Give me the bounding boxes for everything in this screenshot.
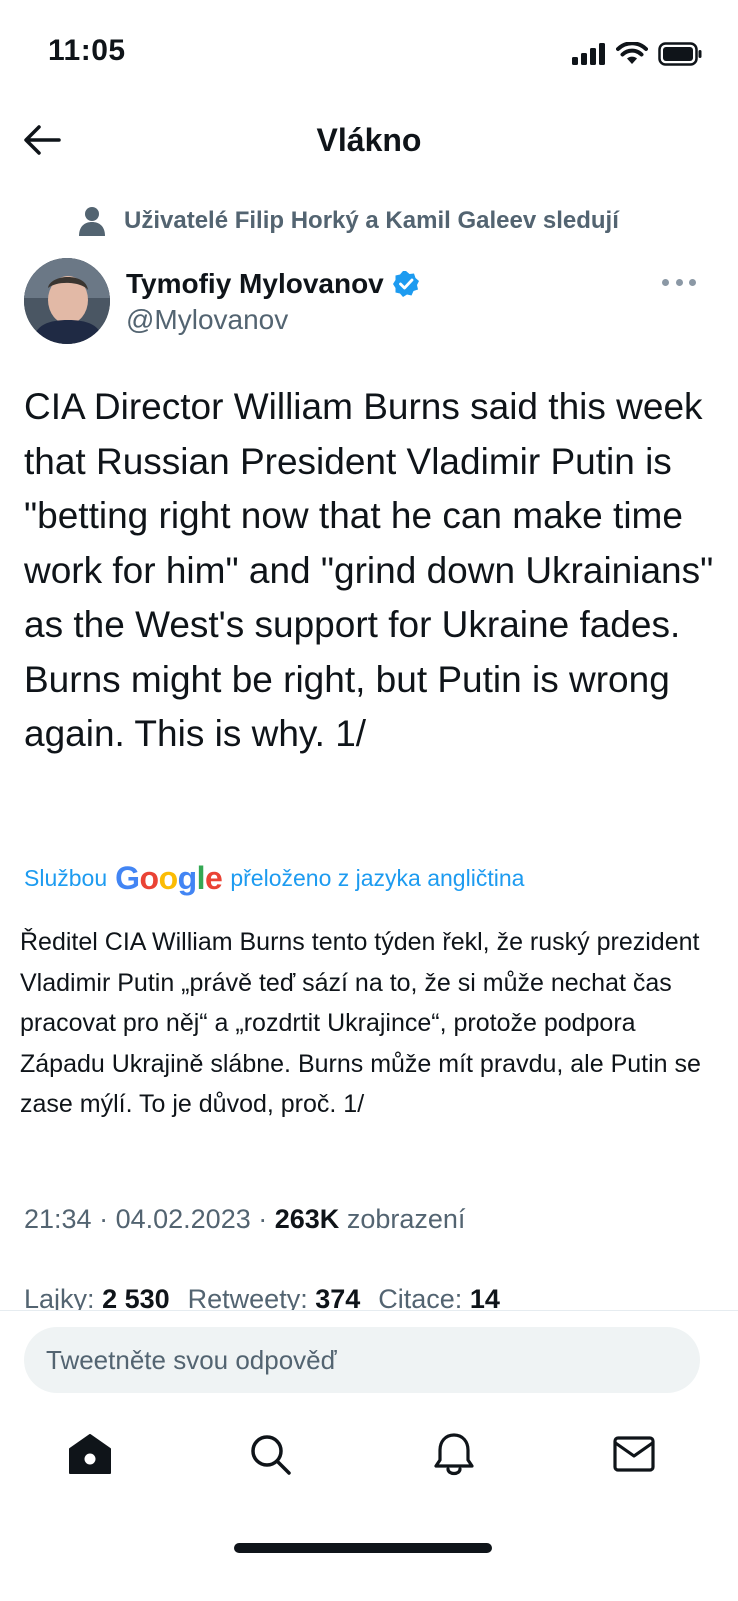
more-options-button[interactable]: [662, 272, 696, 292]
back-button[interactable]: [20, 118, 64, 162]
home-icon: [69, 1434, 111, 1474]
tweet-meta: 21:34 · 04.02.2023 · 263K zobrazení: [24, 1204, 465, 1235]
tweet-date[interactable]: 04.02.2023: [116, 1204, 251, 1234]
separator-dot: ·: [258, 1204, 275, 1234]
views-label: zobrazení: [346, 1204, 466, 1234]
more-dot-icon: [689, 278, 696, 286]
tweet-text: CIA Director William Burns said this wee…: [24, 386, 714, 754]
search-icon: [251, 1435, 291, 1475]
more-dot-icon: [675, 278, 683, 286]
views-count: 263K: [274, 1204, 340, 1234]
author-name[interactable]: Tymofiy Mylovanov: [126, 268, 384, 300]
social-context: Uživatelé Filip Horký a Kamil Galeev sle…: [78, 206, 619, 236]
messages-envelope-icon: [613, 1436, 655, 1472]
translate-prefix: Službou: [24, 865, 108, 891]
cellular-signal-icon: [572, 43, 605, 65]
translated-text: Ředitel CIA William Burns tento týden ře…: [20, 928, 701, 1118]
person-icon: [79, 207, 105, 236]
nav-home-button[interactable]: [66, 1430, 114, 1478]
battery-icon: [658, 42, 702, 66]
separator-dot: ·: [99, 1204, 116, 1234]
tweet-time[interactable]: 21:34: [24, 1204, 92, 1234]
status-bar-icons: [572, 40, 702, 68]
nav-notifications-button[interactable]: [430, 1430, 478, 1478]
page-title: Vlákno: [316, 122, 422, 158]
avatar-photo: [24, 258, 110, 344]
nav-messages-button[interactable]: [610, 1430, 658, 1478]
status-bar-time: 11:05: [48, 34, 126, 67]
author-name-row[interactable]: Tymofiy Mylovanov: [126, 268, 420, 300]
translate-suffix: přeloženo z jazyka angličtina: [230, 865, 525, 891]
arrow-left-icon: [24, 125, 61, 155]
more-dot-icon: [662, 278, 669, 286]
avatar[interactable]: [24, 258, 110, 344]
wifi-icon: [616, 42, 648, 64]
google-logo: Google: [115, 860, 223, 896]
reply-input[interactable]: Tweetněte svou odpověď: [24, 1327, 700, 1393]
verified-badge-icon: [392, 271, 419, 297]
translation-attribution[interactable]: Službou Google přeloženo z jazyka anglič…: [24, 860, 524, 897]
notifications-bell-icon: [434, 1433, 474, 1476]
nav-search-button[interactable]: [246, 1430, 294, 1478]
author-handle[interactable]: @Mylovanov: [126, 304, 288, 336]
social-context-text[interactable]: Uživatelé Filip Horký a Kamil Galeev sle…: [124, 207, 619, 235]
home-indicator[interactable]: [234, 1543, 492, 1553]
